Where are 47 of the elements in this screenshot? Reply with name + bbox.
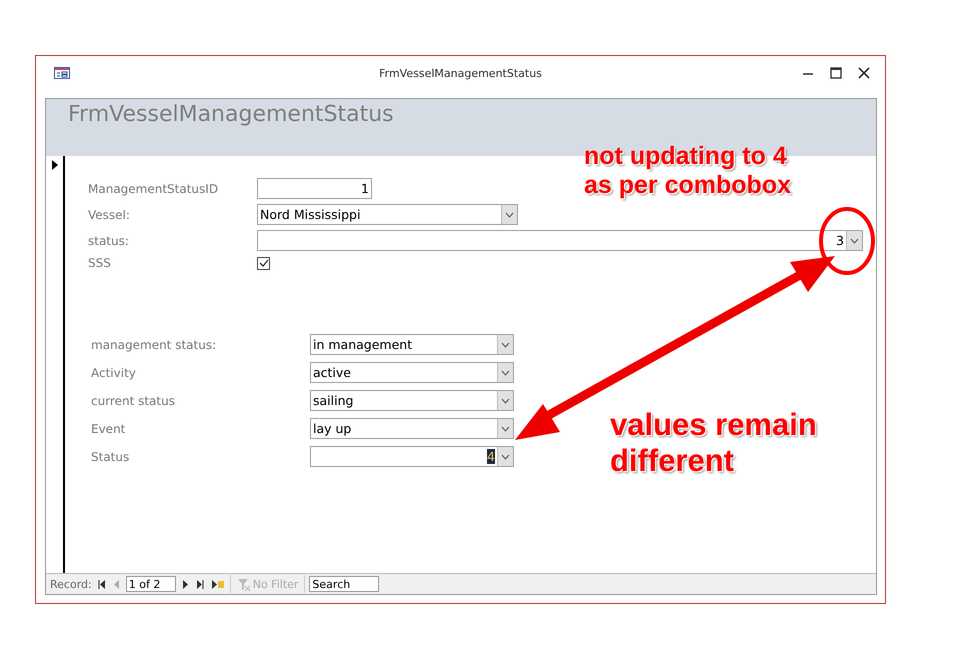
search-field[interactable]: Search <box>309 576 380 592</box>
caret-icon <box>505 212 514 218</box>
field-label: ManagementStatusID <box>88 182 218 196</box>
dropdown-button[interactable] <box>497 335 513 354</box>
filter-icon <box>236 578 251 590</box>
combo-box[interactable]: lay up <box>310 418 514 439</box>
record-pointer-icon <box>50 159 58 171</box>
field-label: status: <box>88 234 129 248</box>
form-icon <box>54 67 70 79</box>
caret-icon <box>501 342 510 348</box>
record-position-field[interactable]: 1 of 2 <box>126 576 176 592</box>
maximize-icon[interactable] <box>829 66 843 80</box>
highlight-circle <box>819 207 875 275</box>
combo-box[interactable]: active <box>310 362 514 383</box>
caret-icon <box>850 238 859 244</box>
close-icon[interactable] <box>857 66 871 80</box>
combo-box[interactable]: in management <box>310 334 514 355</box>
dropdown-button[interactable] <box>497 419 513 438</box>
window-title: FrmVesselManagementStatus <box>379 66 542 80</box>
field-label: SSS <box>88 256 111 270</box>
field-label: Status <box>91 450 130 464</box>
id-field[interactable]: 1 <box>257 178 372 199</box>
checkbox[interactable] <box>257 256 270 270</box>
combo-box[interactable]: 4 <box>310 446 514 467</box>
annotation-text: not updating to 4 as per combobox <box>584 142 791 200</box>
record-label: Record: <box>50 578 92 590</box>
combo-box[interactable]: sailing <box>310 390 514 411</box>
new-record-button[interactable] <box>210 577 226 591</box>
field-label: Event <box>91 422 126 436</box>
form-heading: FrmVesselManagementStatus <box>68 102 394 127</box>
dropdown-button[interactable] <box>497 363 513 382</box>
field-label: Activity <box>91 366 136 380</box>
caret-icon <box>501 426 510 432</box>
caret-icon <box>501 454 510 460</box>
first-record-button[interactable] <box>96 577 108 591</box>
annotation-text: values remain different <box>610 407 817 478</box>
field-label: current status <box>91 394 175 408</box>
dropdown-button[interactable] <box>497 391 513 410</box>
dropdown-button[interactable] <box>846 231 862 250</box>
field-label: Vessel: <box>88 208 130 222</box>
dropdown-button[interactable] <box>501 205 517 224</box>
caret-icon <box>501 398 510 404</box>
combo-box[interactable]: 3 <box>257 230 863 251</box>
dropdown-button[interactable] <box>497 447 513 466</box>
combo-box[interactable]: Nord Mississippi <box>257 204 518 225</box>
caret-icon <box>501 370 510 376</box>
field-label: management status: <box>91 338 216 352</box>
